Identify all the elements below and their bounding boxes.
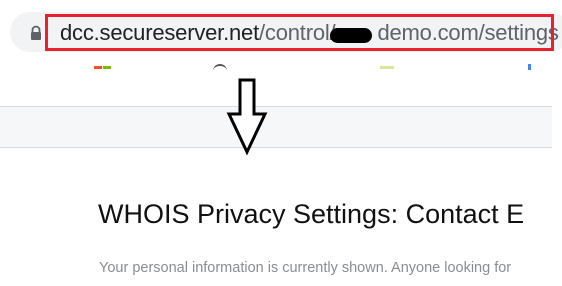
- page-viewport: WHOIS Privacy Settings: Contact E Your p…: [0, 0, 553, 286]
- page-title: WHOIS Privacy Settings: Contact E: [98, 199, 525, 229]
- screenshot: dcc.secureserver.net/control/demo.com/se…: [0, 0, 562, 286]
- down-arrow-icon: [226, 78, 268, 156]
- site-header: [0, 106, 552, 148]
- privacy-status-text: Your personal information is currently s…: [99, 260, 512, 276]
